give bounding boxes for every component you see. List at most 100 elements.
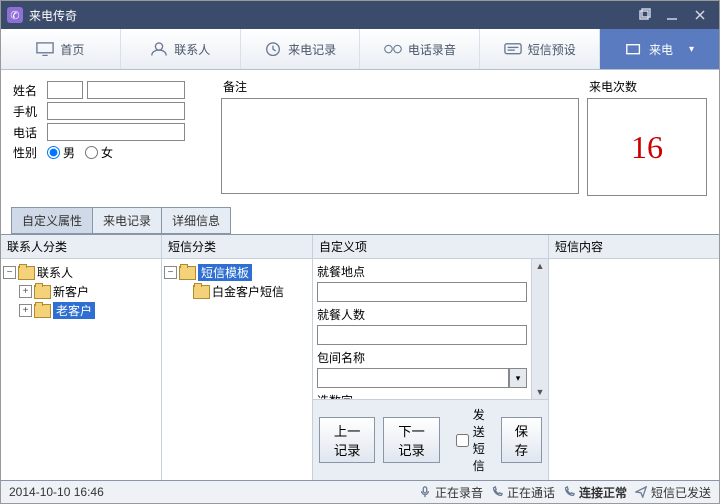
cf-dining-place-label: 就餐地点 <box>317 263 527 280</box>
restore-button[interactable] <box>631 5 657 25</box>
tab-sms-preset[interactable]: 短信预设 <box>480 29 600 69</box>
tree-new-customer[interactable]: +新客户 <box>19 282 157 301</box>
clock-icon <box>264 42 282 56</box>
panel-sms-content: 短信内容 <box>549 235 719 480</box>
memo-input[interactable] <box>221 98 579 194</box>
cf-dining-place-input[interactable] <box>317 282 527 302</box>
window-title: 来电传奇 <box>29 7 629 24</box>
scroll-up-icon[interactable]: ▲ <box>536 261 545 271</box>
phone-icon <box>491 486 503 498</box>
tab-home[interactable]: 首页 <box>1 29 121 69</box>
contact-form: 姓名 手机 电话 性别 男 女 备注 来电次数 16 <box>1 70 719 201</box>
panel-custom-fields-header: 自定义项 <box>313 235 548 259</box>
cf-room-name-label: 包间名称 <box>317 349 527 366</box>
givenname-input[interactable] <box>87 81 185 99</box>
form-left: 姓名 手机 电话 性别 男 女 <box>13 78 213 197</box>
contact-tree[interactable]: −联系人 +新客户 +老客户 <box>1 259 161 480</box>
panel-contact-cat-header: 联系人分类 <box>1 235 161 259</box>
panel-sms-cat: 短信分类 −短信模板 白金客户短信 <box>162 235 313 480</box>
tab-call-log[interactable]: 来电记录 <box>241 29 361 69</box>
folder-icon <box>179 266 196 280</box>
minimize-button[interactable] <box>659 5 685 25</box>
form-mid: 备注 <box>221 78 579 197</box>
subtab-call-log[interactable]: 来电记录 <box>92 207 162 234</box>
panel-sms-cat-header: 短信分类 <box>162 235 312 259</box>
send-icon <box>635 486 647 498</box>
status-recording: 正在录音 <box>419 484 483 501</box>
form-right: 来电次数 16 <box>587 78 707 197</box>
tree-platinum-sms[interactable]: 白金客户短信 <box>180 282 308 301</box>
message-icon <box>504 42 522 56</box>
cf-party-size-input[interactable] <box>317 325 527 345</box>
collapse-icon[interactable]: − <box>164 266 177 279</box>
status-sms-sent: 短信已发送 <box>635 484 711 501</box>
memo-label: 备注 <box>223 78 579 95</box>
custom-fields: 就餐地点 就餐人数 包间名称▾ 选数字▾ 预定菜品 <box>313 259 531 399</box>
titlebar: ✆ 来电传奇 <box>1 1 719 29</box>
mobile-input[interactable] <box>47 102 185 120</box>
tree-root-sms[interactable]: −短信模板 <box>164 263 308 282</box>
mobile-label: 手机 <box>13 103 47 120</box>
gender-female-radio[interactable]: 女 <box>85 144 113 161</box>
folder-icon <box>18 266 35 280</box>
app-window: ✆ 来电传奇 首页 联系人 来电记录 电话录音 短信预设 来电▾ 姓名 手机 电… <box>0 0 720 504</box>
status-calling: 正在通话 <box>491 484 555 501</box>
subtab-details[interactable]: 详细信息 <box>161 207 231 234</box>
folder-icon <box>193 285 210 299</box>
panel-contact-cat: 联系人分类 −联系人 +新客户 +老客户 <box>1 235 162 480</box>
expand-icon[interactable]: + <box>19 304 32 317</box>
panel-sms-content-header: 短信内容 <box>549 235 719 259</box>
tab-incoming[interactable]: 来电▾ <box>600 29 719 69</box>
close-button[interactable] <box>687 5 713 25</box>
callcount-value: 16 <box>587 98 707 196</box>
tab-recording-label: 电话录音 <box>408 41 456 58</box>
tab-contacts-label: 联系人 <box>174 41 210 58</box>
mic-icon <box>419 486 431 498</box>
status-connected: 连接正常 <box>563 484 627 501</box>
expand-icon[interactable]: + <box>19 285 32 298</box>
callcount-label: 来电次数 <box>589 78 707 95</box>
app-icon: ✆ <box>7 7 23 23</box>
subtab-custom-attr[interactable]: 自定义属性 <box>11 207 93 234</box>
panel-custom-fields: 自定义项 就餐地点 就餐人数 包间名称▾ 选数字▾ 预定菜品 ▲▼ 上一记录 下… <box>313 235 549 480</box>
monitor-icon <box>36 42 54 56</box>
next-record-button[interactable]: 下一记录 <box>383 417 439 463</box>
incoming-icon <box>625 42 643 56</box>
sms-content-body[interactable] <box>549 259 719 480</box>
cf-number-label: 选数字 <box>317 392 527 399</box>
phone-label: 电话 <box>13 124 47 141</box>
phone-input[interactable] <box>47 123 185 141</box>
tree-root-contacts[interactable]: −联系人 <box>3 263 157 282</box>
save-button[interactable]: 保存 <box>501 417 542 463</box>
cf-room-name-input[interactable] <box>317 368 509 388</box>
sub-tabs: 自定义属性 来电记录 详细信息 <box>11 207 719 234</box>
phone-icon <box>563 486 575 498</box>
cf-party-size-label: 就餐人数 <box>317 306 527 323</box>
panels: 联系人分类 −联系人 +新客户 +老客户 短信分类 −短信模板 白金客户短信 自… <box>1 234 719 480</box>
scroll-down-icon[interactable]: ▼ <box>536 387 545 397</box>
tape-icon <box>384 42 402 56</box>
tab-incoming-label: 来电 <box>649 41 673 58</box>
folder-icon <box>34 304 51 318</box>
tab-call-log-label: 来电记录 <box>288 41 336 58</box>
tab-recording[interactable]: 电话录音 <box>360 29 480 69</box>
person-icon <box>150 42 168 56</box>
nav-tabs: 首页 联系人 来电记录 电话录音 短信预设 来电▾ <box>1 29 719 70</box>
gender-label: 性别 <box>13 144 47 161</box>
prev-record-button[interactable]: 上一记录 <box>319 417 375 463</box>
dropdown-icon[interactable]: ▾ <box>509 368 527 388</box>
surname-input[interactable] <box>47 81 83 99</box>
collapse-icon[interactable]: − <box>3 266 16 279</box>
tab-sms-preset-label: 短信预设 <box>528 41 576 58</box>
name-label: 姓名 <box>13 82 47 99</box>
tree-old-customer[interactable]: +老客户 <box>19 301 157 320</box>
tab-contacts[interactable]: 联系人 <box>121 29 241 69</box>
status-bar: 2014-10-10 16:46 正在录音 正在通话 连接正常 短信已发送 <box>1 480 719 503</box>
status-time: 2014-10-10 16:46 <box>9 485 104 499</box>
sms-tree[interactable]: −短信模板 白金客户短信 <box>162 259 312 480</box>
send-sms-checkbox[interactable]: 发送短信 <box>456 406 493 474</box>
gender-male-radio[interactable]: 男 <box>47 144 75 161</box>
folder-icon <box>34 285 51 299</box>
scrollbar[interactable]: ▲▼ <box>531 259 548 399</box>
panel-footer: 上一记录 下一记录 发送短信 保存 <box>313 399 548 480</box>
